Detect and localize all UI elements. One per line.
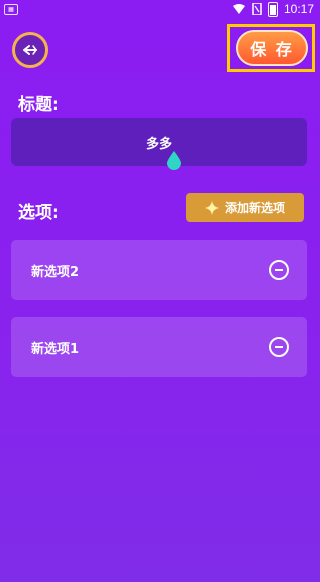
sparkle-icon [204,200,219,215]
title-input[interactable]: 多多 [11,118,307,166]
remove-icon[interactable] [269,337,289,357]
option-label: 新选项1 [31,341,80,357]
option-item[interactable]: 新选项1 [11,317,307,377]
title-value: 多多 [145,136,172,152]
status-bar: ▦ 10:17 [0,0,320,18]
option-item[interactable]: 新选项2 [11,240,307,300]
wifi-icon [232,4,245,14]
status-time: 10:17 [283,2,314,16]
title-label: 标题: [18,95,59,115]
notification-icon: ▦ [4,4,18,15]
add-option-label: 添加新选项 [224,201,285,215]
back-button[interactable] [12,32,48,68]
options-label: 选项: [18,203,59,223]
sim-icon [252,3,262,15]
text-cursor-handle[interactable] [166,150,182,170]
battery-icon [267,1,278,17]
option-label: 新选项2 [31,264,80,280]
back-icon [23,45,37,55]
save-button[interactable]: 保 存 [236,30,308,66]
remove-icon[interactable] [269,260,289,280]
add-option-button[interactable]: 添加新选项 [186,193,304,222]
